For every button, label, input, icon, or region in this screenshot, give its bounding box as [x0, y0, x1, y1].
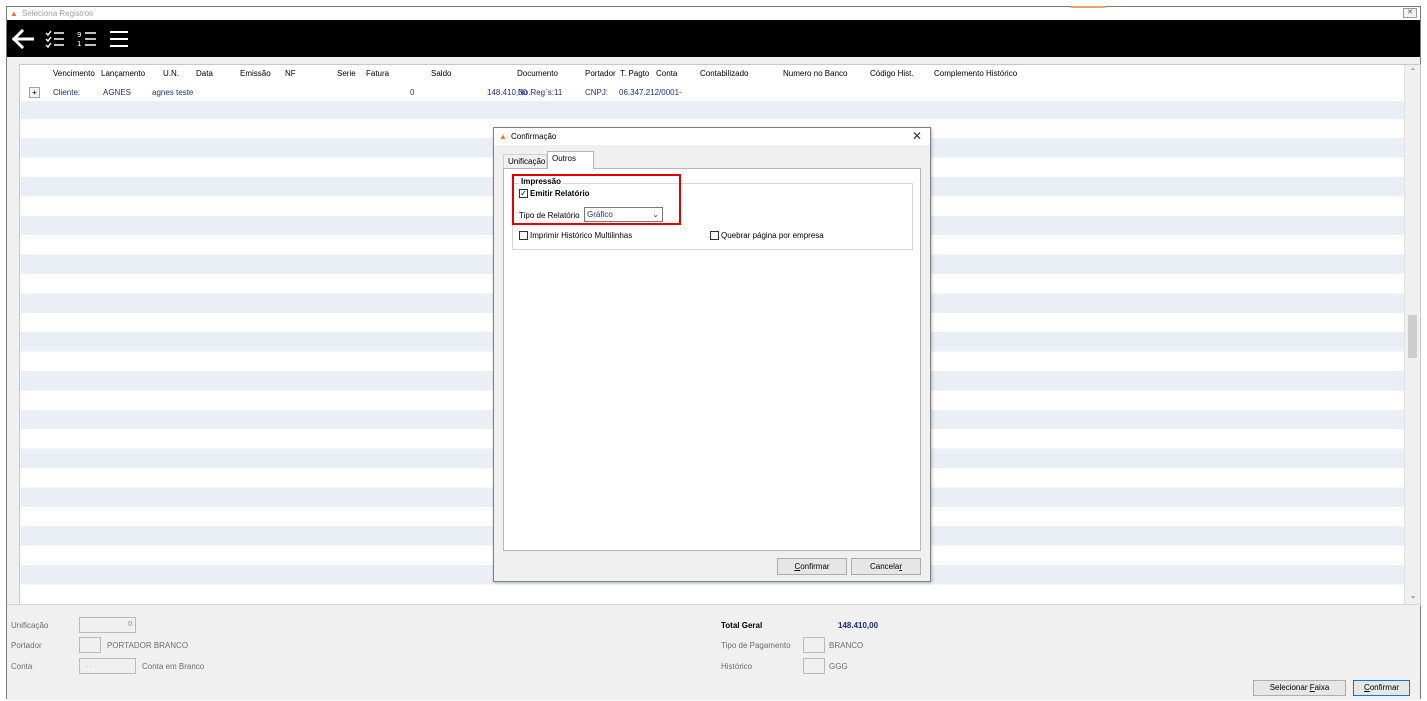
- col-data[interactable]: Data: [196, 69, 213, 78]
- summary-panel: Unificação 0 Portador PORTADOR BRANCO Co…: [7, 604, 1420, 680]
- footer-bar: Selecionar Faixa Confirmar: [7, 680, 1420, 700]
- col-un[interactable]: U.N.: [163, 69, 179, 78]
- confirmar-label-post: onfirmar: [1369, 683, 1400, 692]
- tipo-pagamento-text: BRANCO: [829, 641, 864, 650]
- col-contabilizado[interactable]: Contabilizado: [700, 69, 748, 78]
- col-codigo-hist[interactable]: Código Hist.: [870, 69, 914, 78]
- dialog-title-bar: ▲ Confirmação ✕: [494, 128, 930, 145]
- dialog-close-icon[interactable]: ✕: [912, 129, 922, 143]
- window-title: Seleciona Registros: [22, 9, 94, 18]
- hamburger-menu-icon[interactable]: [107, 26, 131, 52]
- col-documento[interactable]: Documento: [517, 69, 558, 78]
- historico-label: Histórico: [721, 662, 753, 671]
- cliente-name: AGNES: [103, 88, 132, 97]
- title-bar: ▲ Seleciona Registros ✕: [7, 6, 1420, 20]
- unificacao-label: Unificação: [11, 621, 49, 630]
- portador-label: Portador: [11, 641, 42, 650]
- col-vencimento[interactable]: Vencimento: [53, 69, 95, 78]
- unchecked-box-icon: [710, 231, 719, 240]
- col-serie[interactable]: Serie: [337, 69, 356, 78]
- checklist-icon[interactable]: [43, 26, 67, 52]
- tipo-pagamento-label: Tipo de Pagamento: [721, 641, 791, 650]
- expand-row-button[interactable]: +: [29, 87, 40, 98]
- dialog-title: Confirmação: [511, 132, 557, 141]
- col-emissao[interactable]: Emissão: [240, 69, 271, 78]
- scroll-up-icon[interactable]: ⌃: [1405, 67, 1420, 79]
- back-arrow-icon[interactable]: [11, 26, 35, 52]
- dialog-confirmar-button[interactable]: Confirmar: [777, 558, 847, 575]
- portador-text: PORTADOR BRANCO: [107, 641, 189, 650]
- conta-label: Conta: [11, 662, 33, 671]
- vertical-scrollbar[interactable]: ⌃ ⌄: [1404, 65, 1420, 605]
- numbered-list-icon[interactable]: 91: [75, 26, 99, 52]
- total-geral-value: 148.410,00: [838, 621, 879, 630]
- unchecked-box-icon: [519, 231, 528, 240]
- conta-text: Conta em Branco: [142, 662, 205, 671]
- highlight-box: [512, 174, 681, 225]
- col-nf[interactable]: NF: [285, 69, 296, 78]
- documento-value: No.Reg´s:11: [518, 88, 563, 97]
- quebrar-pagina-label: Quebrar página por empresa: [721, 231, 824, 240]
- window-close-button[interactable]: ✕: [1403, 8, 1417, 18]
- selecionar-faixa-label-post: aixa: [1314, 683, 1330, 692]
- svg-text:9: 9: [77, 31, 81, 39]
- scroll-thumb[interactable]: [1408, 315, 1417, 358]
- total-geral-label: Total Geral: [721, 621, 763, 630]
- cnpj-label: CNPJ:: [585, 88, 609, 97]
- cnpj-value: 06.347.212/0001-: [619, 88, 682, 97]
- title-accent-line: [1071, 6, 1105, 8]
- col-complemento-historico[interactable]: Complemento Histórico: [934, 69, 1017, 78]
- tab-unificacao[interactable]: Unificação: [503, 154, 547, 169]
- quebrar-pagina-checkbox[interactable]: Quebrar página por empresa: [710, 231, 824, 240]
- col-numero-banco[interactable]: Numero no Banco: [783, 69, 847, 78]
- dialog-confirmar-post: onfirmar: [800, 562, 830, 571]
- historico-field[interactable]: [803, 658, 825, 674]
- col-saldo[interactable]: Saldo: [431, 69, 451, 78]
- col-lancamento[interactable]: Lançamento: [101, 69, 145, 78]
- dialog-app-icon: ▲: [499, 132, 507, 141]
- col-portador[interactable]: Portador: [585, 69, 616, 78]
- grid-header: Vencimento Lançamento U.N. Data Emissão …: [20, 65, 1406, 80]
- cliente-label: Cliente:: [53, 88, 81, 97]
- fatura-value: 0: [410, 88, 415, 97]
- confirmar-button[interactable]: Confirmar: [1353, 680, 1410, 696]
- selecionar-faixa-label-pre: Selecionar: [1269, 683, 1310, 692]
- imprimir-historico-label: Imprimir Histórico Multilinhas: [530, 231, 633, 240]
- unificacao-field[interactable]: 0: [79, 617, 136, 633]
- scroll-down-icon[interactable]: ⌄: [1405, 591, 1420, 603]
- tab-outros[interactable]: Outros: [547, 151, 594, 169]
- tab-panel-outros: Impressão ✓ Emitir Relatório Tipo de Rel…: [503, 168, 921, 551]
- table-row[interactable]: + Cliente: AGNES agnes teste 0 148.410,0…: [20, 84, 1406, 101]
- cliente-desc: agnes teste: [152, 88, 194, 97]
- dialog-cancelar-mnemonic: r: [899, 562, 903, 571]
- tipo-pagamento-field[interactable]: [803, 637, 825, 653]
- svg-text:1: 1: [77, 40, 81, 48]
- conta-field[interactable]: . .: [79, 658, 136, 674]
- dialog-cancelar-button[interactable]: Cancelar: [851, 558, 921, 575]
- dialog-cancelar-pre: Cancela: [869, 562, 900, 571]
- portador-field[interactable]: [79, 637, 101, 653]
- imprimir-historico-checkbox[interactable]: Imprimir Histórico Multilinhas: [519, 231, 632, 240]
- app-icon: ▲: [10, 8, 18, 18]
- historico-text: GGG: [829, 662, 848, 671]
- col-fatura[interactable]: Fatura: [366, 69, 389, 78]
- toolbar: 91: [7, 20, 1420, 57]
- col-conta[interactable]: Conta: [656, 69, 677, 78]
- col-tpagto[interactable]: T. Pagto: [620, 69, 649, 78]
- selecionar-faixa-button[interactable]: Selecionar Faixa: [1253, 680, 1346, 696]
- confirmation-dialog: ▲ Confirmação ✕ Unificação Outros Impres…: [493, 127, 931, 582]
